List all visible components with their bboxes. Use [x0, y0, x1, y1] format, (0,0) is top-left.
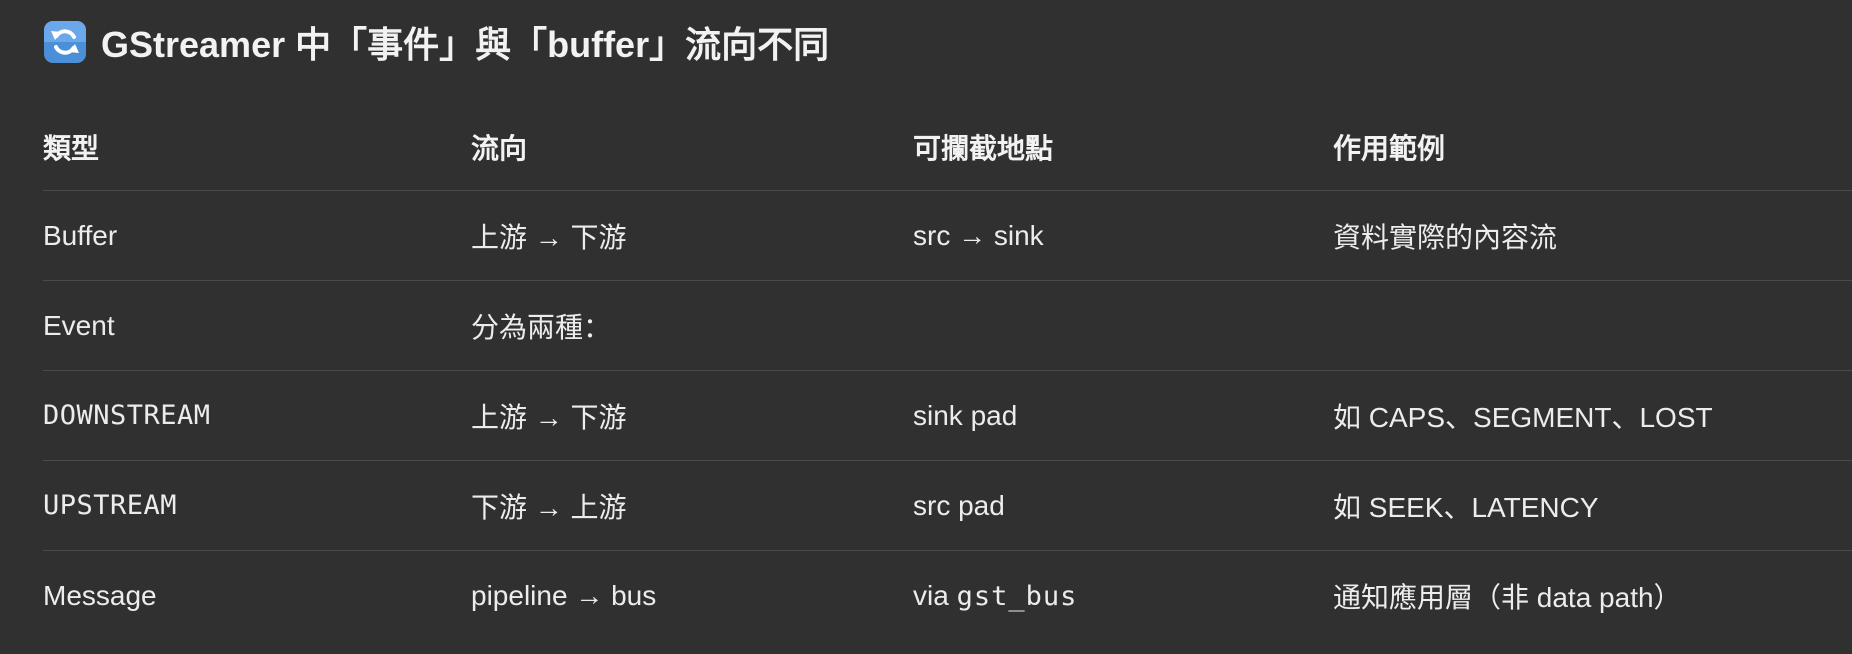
page-title: GStreamer 中「事件」與「buffer」流向不同	[101, 24, 830, 65]
cell-flow: 上游 → 下游	[471, 221, 627, 253]
table-header-row: 類型 流向 可攔截地點 作用範例	[43, 104, 1852, 191]
table-row: Message pipeline → bus via gst_bus 通知應用層…	[43, 550, 1852, 640]
table-row: Buffer 上游 → 下游 src → sink 資料實際的內容流	[43, 191, 1852, 281]
header-type: 類型	[43, 104, 471, 191]
inline-code: gst_bus	[956, 580, 1078, 612]
cell-flow: 分為兩種：	[471, 280, 913, 371]
cell-intercept	[913, 280, 1333, 371]
cell-intercept: sink pad	[913, 370, 1333, 461]
table-row: DOWNSTREAM 上游 → 下游 sink pad 如 CAPS、SEGME…	[43, 370, 1852, 461]
cell-example: 資料實際的內容流	[1333, 221, 1558, 253]
table-row: Event 分為兩種：	[43, 280, 1852, 371]
cell-example: 如 CAPS、SEGMENT、LOST	[1333, 370, 1852, 461]
cell-intercept: src pad	[913, 460, 1333, 551]
cell-intercept: via gst_bus	[913, 550, 1333, 640]
cell-type: Message	[43, 550, 471, 640]
intercept-prefix: via	[913, 579, 957, 611]
cell-example: 如 SEEK、LATENCY	[1333, 460, 1852, 551]
arrows-counterclockwise-icon	[43, 20, 87, 64]
cell-type: Buffer	[43, 219, 118, 251]
cell-type: DOWNSTREAM	[43, 370, 471, 461]
page-heading: GStreamer 中「事件」與「buffer」流向不同	[43, 14, 829, 70]
cell-type: UPSTREAM	[43, 460, 471, 551]
flow-table: 類型 流向 可攔截地點 作用範例 Buffer 上游 → 下游 src → si…	[43, 104, 1852, 640]
cell-flow: pipeline → bus	[471, 550, 913, 640]
header-example: 作用範例	[1333, 104, 1852, 191]
cell-intercept: src → sink	[913, 219, 1044, 251]
cell-flow: 下游 → 上游	[471, 460, 913, 551]
table-row: UPSTREAM 下游 → 上游 src pad 如 SEEK、LATENCY	[43, 460, 1852, 551]
header-flow: 流向	[471, 104, 913, 191]
cell-flow: 上游 → 下游	[471, 370, 913, 461]
cell-type: Event	[43, 280, 471, 371]
header-intercept: 可攔截地點	[913, 104, 1333, 191]
cell-example: 通知應用層（非 data path）	[1333, 550, 1852, 640]
cell-example	[1333, 280, 1852, 371]
